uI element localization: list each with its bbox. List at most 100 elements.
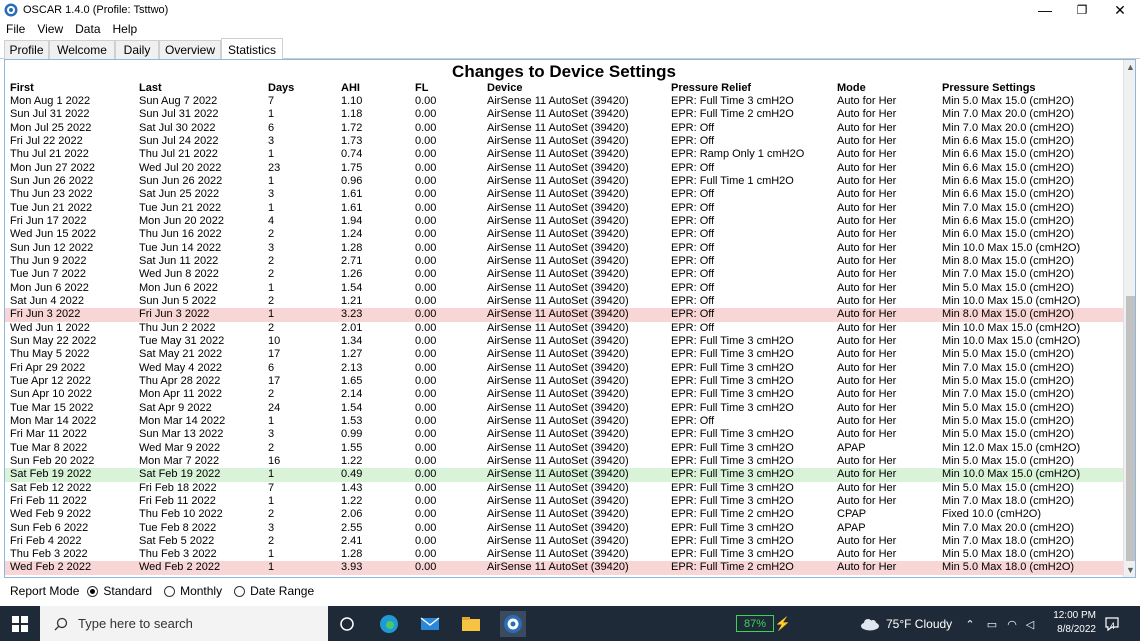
tab-welcome[interactable]: Welcome	[49, 40, 115, 59]
header-first: First	[10, 82, 34, 94]
first-cell: Thu Jun 23 2022	[10, 188, 93, 201]
pressure-relief-cell: EPR: Off	[671, 188, 715, 201]
radio-date-range[interactable]	[234, 585, 246, 597]
fl-cell: 0.00	[415, 494, 437, 507]
first-cell: Sat Feb 12 2022	[10, 481, 92, 494]
pressure-settings-cell: Min 7.0 Max 18.0 (cmH2O)	[942, 534, 1075, 547]
last-cell: Tue May 31 2022	[139, 334, 225, 347]
last-cell: Thu Jun 16 2022	[139, 228, 222, 241]
first-cell: Wed Jun 1 2022	[10, 321, 90, 334]
device-cell: AirSense 11 AutoSet (39420)	[487, 321, 629, 334]
menu-help[interactable]: Help	[107, 22, 144, 36]
radio-monthly[interactable]	[164, 585, 176, 597]
tab-daily[interactable]: Daily	[115, 40, 159, 59]
mode-cell: Auto for Her	[837, 121, 897, 134]
radio-date-range-label[interactable]: Date Range	[250, 584, 314, 598]
fl-cell: 0.00	[415, 374, 437, 387]
tab-overview[interactable]: Overview	[159, 40, 221, 59]
menu-file[interactable]: File	[0, 22, 31, 36]
device-cell: AirSense 11 AutoSet (39420)	[487, 454, 629, 467]
ahi-cell: 1.75	[341, 161, 363, 174]
fl-cell: 0.00	[415, 214, 437, 227]
device-cell: AirSense 11 AutoSet (39420)	[487, 374, 629, 387]
clock-time: 12:00 PM	[1053, 610, 1096, 621]
close-button[interactable]: ✕	[1100, 0, 1140, 20]
table-row: Fri Jun 17 2022 Mon Jun 20 2022 4 1.94 0.00 A…	[5, 215, 1123, 228]
device-cell: AirSense 11 AutoSet (39420)	[487, 201, 629, 214]
scroll-down-arrow-icon[interactable]: ▼	[1124, 563, 1135, 577]
pressure-relief-cell: EPR: Full Time 2 cmH2O	[671, 508, 794, 521]
scroll-up-arrow-icon[interactable]: ▲	[1124, 60, 1135, 74]
tab-profile[interactable]: Profile	[4, 40, 49, 59]
table-row: Thu Jun 23 2022 Sat Jun 25 2022 3 1.61 0.00 A…	[5, 188, 1123, 201]
ahi-cell: 1.26	[341, 268, 363, 281]
radio-standard-label[interactable]: Standard	[103, 584, 152, 598]
table-row: Thu May 5 2022 Sat May 21 2022 17 1.27 0.00 A…	[5, 348, 1123, 361]
edge-browser-icon[interactable]	[376, 611, 402, 637]
menu-data[interactable]: Data	[69, 22, 106, 36]
radio-standard[interactable]	[87, 585, 99, 597]
scroll-thumb[interactable]	[1126, 296, 1135, 561]
volume-icon[interactable]: ◁	[1022, 611, 1038, 637]
ahi-cell: 1.28	[341, 548, 363, 561]
last-cell: Sun Jul 24 2022	[139, 134, 219, 147]
table-row: Fri Jun 3 2022 Fri Jun 3 2022 1 3.23 0.00 Air…	[5, 308, 1123, 322]
days-cell: 1	[268, 108, 275, 121]
taskbar-search[interactable]: Type here to search	[40, 606, 328, 641]
fl-cell: 0.00	[415, 108, 437, 121]
battery-indicator[interactable]: 87%	[736, 615, 774, 632]
windows-taskbar: Type here to search 87% ⚡ 75°F Cloudy ⌃ …	[0, 606, 1140, 641]
days-cell: 23	[268, 161, 281, 174]
table-row: Mon Mar 14 2022 Mon Mar 14 2022 1 1.53 0.00 A…	[5, 415, 1123, 428]
last-cell: Wed May 4 2022	[139, 361, 222, 374]
days-cell: 1	[268, 414, 275, 427]
mode-cell: Auto for Her	[837, 321, 897, 334]
mail-icon[interactable]	[417, 611, 443, 637]
maximize-button[interactable]: ❐	[1062, 0, 1102, 20]
table-row: Thu Jul 21 2022 Thu Jul 21 2022 1 0.74 0.00 A…	[5, 148, 1123, 161]
radio-monthly-label[interactable]: Monthly	[180, 584, 222, 598]
days-cell: 2	[268, 228, 275, 241]
taskbar-clock[interactable]: 12:00 PM 8/8/2022	[1044, 609, 1096, 637]
pressure-relief-cell: EPR: Off	[671, 134, 715, 147]
pressure-settings-cell: Min 6.0 Max 15.0 (cmH2O)	[942, 228, 1075, 241]
ahi-cell: 2.13	[341, 361, 363, 374]
oscar-taskbar-icon[interactable]	[500, 611, 526, 637]
network-icon[interactable]: ▭	[984, 611, 1000, 637]
device-cell: AirSense 11 AutoSet (39420)	[487, 508, 629, 521]
last-cell: Tue Feb 8 2022	[139, 521, 217, 534]
mode-cell: Auto for Her	[837, 134, 897, 147]
device-cell: AirSense 11 AutoSet (39420)	[487, 534, 629, 547]
pressure-relief-cell: EPR: Off	[671, 214, 715, 227]
fl-cell: 0.00	[415, 481, 437, 494]
device-cell: AirSense 11 AutoSet (39420)	[487, 561, 629, 574]
task-view-icon[interactable]	[334, 611, 360, 637]
file-explorer-icon[interactable]	[458, 611, 484, 637]
menu-view[interactable]: View	[31, 22, 69, 36]
fl-cell: 0.00	[415, 228, 437, 241]
mode-cell: Auto for Her	[837, 534, 897, 547]
notification-center-icon[interactable]: 4	[1102, 614, 1122, 634]
fl-cell: 0.00	[415, 334, 437, 347]
pressure-relief-cell: EPR: Full Time 3 cmH2O	[671, 534, 794, 547]
ahi-cell: 1.34	[341, 334, 363, 347]
ahi-cell: 1.53	[341, 414, 363, 427]
vertical-scrollbar[interactable]: ▲ ▼	[1123, 60, 1135, 577]
pressure-settings-cell: Min 6.6 Max 15.0 (cmH2O)	[942, 161, 1075, 174]
start-button[interactable]	[0, 606, 40, 641]
wifi-icon[interactable]: ◠	[1004, 611, 1020, 637]
minimize-button[interactable]: —	[1025, 0, 1065, 20]
ahi-cell: 1.10	[341, 95, 363, 107]
chevron-up-icon[interactable]: ⌃	[962, 611, 978, 637]
pressure-relief-cell: EPR: Full Time 1 cmH2O	[671, 174, 794, 187]
fl-cell: 0.00	[415, 321, 437, 334]
weather-widget[interactable]: 75°F Cloudy	[860, 606, 952, 641]
device-cell: AirSense 11 AutoSet (39420)	[487, 468, 629, 481]
ahi-cell: 1.94	[341, 214, 363, 227]
fl-cell: 0.00	[415, 161, 437, 174]
fl-cell: 0.00	[415, 281, 437, 294]
pressure-relief-cell: EPR: Full Time 3 cmH2O	[671, 348, 794, 361]
table-row: Fri Feb 4 2022 Sat Feb 5 2022 2 2.41 0.00 Air…	[5, 535, 1123, 548]
tab-statistics[interactable]: Statistics	[221, 38, 283, 60]
fl-cell: 0.00	[415, 148, 437, 161]
